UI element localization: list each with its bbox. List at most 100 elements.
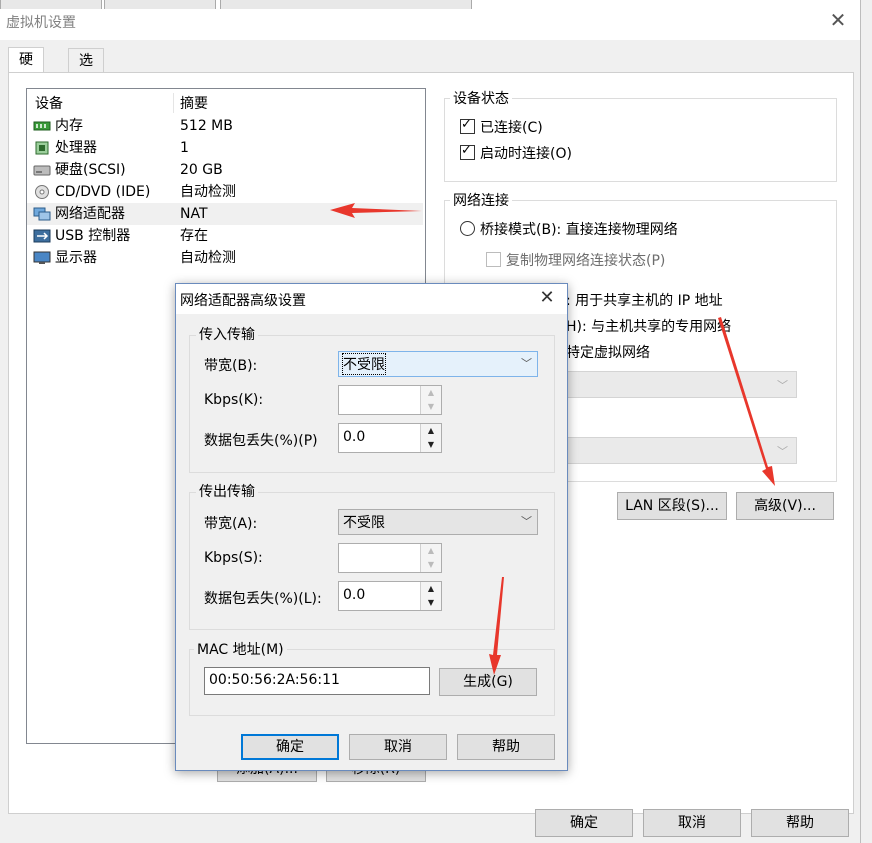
device-summary: 1 bbox=[180, 140, 189, 156]
spin-up-icon[interactable]: ▲ bbox=[421, 424, 441, 439]
device-row-usb[interactable]: USB 控制器 存在 bbox=[27, 225, 423, 247]
spin-up-icon[interactable]: ▲ bbox=[421, 582, 441, 597]
background-tab[interactable] bbox=[220, 0, 472, 9]
incoming-bandwidth-select[interactable]: 不受限 ﹀ bbox=[338, 351, 538, 377]
custom-label-partial: 特定虚拟网络 bbox=[566, 345, 650, 361]
lan-segment-label: LAN 区段(S)... bbox=[625, 498, 719, 514]
dialog-cancel-button[interactable]: 取消 bbox=[349, 734, 447, 760]
spin-up-icon[interactable]: ▲ bbox=[421, 386, 441, 401]
incoming-bandwidth-label: 带宽(B): bbox=[204, 358, 258, 374]
chevron-down-icon: ﹀ bbox=[521, 515, 532, 528]
usb-icon bbox=[33, 229, 51, 243]
spin-down-icon[interactable]: ▼ bbox=[421, 558, 441, 572]
device-summary: 20 GB bbox=[180, 162, 223, 178]
outgoing-loss-spinner[interactable]: 0.0 ▲ ▼ bbox=[338, 581, 442, 611]
connected-label: 已连接(C) bbox=[480, 120, 543, 136]
background-tab-strip bbox=[0, 0, 480, 9]
incoming-loss-value: 0.0 bbox=[343, 429, 366, 445]
device-name: 内存 bbox=[55, 118, 83, 134]
cancel-button[interactable]: 取消 bbox=[643, 809, 741, 837]
network-connection-title: 网络连接 bbox=[450, 190, 512, 210]
device-row-display[interactable]: 显示器 自动检测 bbox=[27, 247, 423, 269]
generate-mac-button[interactable]: 生成(G) bbox=[439, 668, 537, 696]
outgoing-kbps-label: Kbps(S): bbox=[204, 550, 263, 566]
outgoing-bandwidth-value: 不受限 bbox=[343, 515, 385, 531]
cd-dvd-icon bbox=[35, 185, 49, 199]
column-separator bbox=[173, 93, 174, 113]
device-name: 硬盘(SCSI) bbox=[55, 162, 126, 178]
ok-label: 确定 bbox=[570, 815, 598, 831]
mac-address-field[interactable]: 00:50:56:2A:56:11 bbox=[204, 667, 430, 695]
bridged-radio[interactable] bbox=[460, 221, 475, 236]
column-header-summary[interactable]: 摘要 bbox=[180, 93, 208, 113]
tab-hardware[interactable]: 硬件 bbox=[8, 47, 44, 92]
device-row-memory[interactable]: 内存 512 MB bbox=[27, 115, 423, 137]
device-name: CD/DVD (IDE) bbox=[55, 184, 151, 200]
device-row-network-adapter[interactable]: 网络适配器 NAT bbox=[27, 203, 423, 225]
cancel-label: 取消 bbox=[678, 815, 706, 831]
dialog-close-icon[interactable]: ✕ bbox=[535, 286, 559, 310]
monitor-icon bbox=[33, 251, 51, 264]
replicate-state-label: 复制物理网络连接状态(P) bbox=[506, 253, 666, 269]
spin-up-icon[interactable]: ▲ bbox=[421, 544, 441, 559]
window-title: 虚拟机设置 bbox=[6, 15, 76, 31]
connected-checkbox[interactable] bbox=[460, 117, 475, 134]
device-row-processor[interactable]: 处理器 1 bbox=[27, 137, 423, 159]
advanced-label: 高级(V)... bbox=[754, 498, 816, 514]
spinner-buttons: ▲ ▼ bbox=[420, 386, 441, 414]
network-adapter-icon bbox=[33, 207, 51, 221]
background-tab[interactable] bbox=[104, 0, 216, 9]
tab-options[interactable]: 选项 bbox=[68, 48, 104, 93]
device-row-cd-dvd[interactable]: CD/DVD (IDE) 自动检测 bbox=[27, 181, 423, 203]
nat-label-partial: : 用于共享主机的 IP 地址 bbox=[566, 293, 723, 309]
device-status-group bbox=[444, 98, 837, 182]
hostonly-label-partial: H): 与主机共享的专用网络 bbox=[566, 319, 732, 335]
column-header-device[interactable]: 设备 bbox=[35, 93, 63, 113]
dialog-help-button[interactable]: 帮助 bbox=[457, 734, 555, 760]
connect-at-power-on-label: 启动时连接(O) bbox=[480, 146, 572, 162]
replicate-state-checkbox[interactable] bbox=[486, 252, 501, 267]
outgoing-kbps-spinner[interactable]: ▲ ▼ bbox=[338, 543, 442, 573]
connect-at-power-on-checkbox[interactable] bbox=[460, 143, 475, 160]
ok-button[interactable]: 确定 bbox=[535, 809, 633, 837]
spin-down-icon[interactable]: ▼ bbox=[421, 400, 441, 414]
spin-down-icon[interactable]: ▼ bbox=[421, 596, 441, 610]
chevron-down-icon: ﹀ bbox=[521, 357, 532, 370]
dialog-ok-label: 确定 bbox=[276, 739, 304, 755]
device-name: 处理器 bbox=[55, 140, 97, 156]
incoming-loss-spinner[interactable]: 0.0 ▲ ▼ bbox=[338, 423, 442, 453]
incoming-kbps-label: Kbps(K): bbox=[204, 392, 264, 408]
outgoing-loss-label: 数据包丢失(%)(L): bbox=[204, 591, 322, 607]
hard-disk-icon bbox=[33, 165, 51, 176]
mac-address-value: 00:50:56:2A:56:11 bbox=[209, 672, 340, 688]
advanced-button[interactable]: 高级(V)... bbox=[736, 492, 834, 520]
device-status-title: 设备状态 bbox=[450, 88, 512, 108]
device-summary: 自动检测 bbox=[180, 184, 236, 200]
chevron-down-icon: ﹀ bbox=[777, 445, 788, 458]
incoming-kbps-spinner[interactable]: ▲ ▼ bbox=[338, 385, 442, 415]
outgoing-bandwidth-select[interactable]: 不受限 ﹀ bbox=[338, 509, 538, 535]
device-name: 网络适配器 bbox=[55, 206, 125, 222]
dialog-cancel-label: 取消 bbox=[384, 739, 412, 755]
help-label: 帮助 bbox=[786, 815, 814, 831]
close-icon[interactable]: ✕ bbox=[826, 8, 850, 32]
lan-segment-button[interactable]: LAN 区段(S)... bbox=[617, 492, 727, 520]
dialog-ok-button[interactable]: 确定 bbox=[241, 734, 339, 760]
device-summary: 存在 bbox=[180, 228, 208, 244]
custom-network-dropdown[interactable]: ﹀ bbox=[566, 371, 797, 398]
device-list-header: 设备 摘要 bbox=[27, 93, 423, 113]
dialog-help-label: 帮助 bbox=[492, 739, 520, 755]
spin-down-icon[interactable]: ▼ bbox=[421, 438, 441, 452]
help-button[interactable]: 帮助 bbox=[751, 809, 849, 837]
mac-address-title: MAC 地址(M) bbox=[194, 639, 287, 659]
lan-segment-dropdown[interactable]: ﹀ bbox=[566, 437, 797, 464]
incoming-bandwidth-value: 不受限 bbox=[342, 353, 386, 375]
spinner-buttons: ▲ ▼ bbox=[420, 424, 441, 452]
network-adapter-advanced-dialog: 网络适配器高级设置 ✕ 传入传输 带宽(B): 不受限 ﹀ Kbps(K): ▲… bbox=[175, 283, 568, 771]
title-bar: 虚拟机设置 ✕ bbox=[0, 0, 860, 40]
spinner-buttons: ▲ ▼ bbox=[420, 544, 441, 572]
device-row-hard-disk[interactable]: 硬盘(SCSI) 20 GB bbox=[27, 159, 423, 181]
outgoing-bandwidth-label: 带宽(A): bbox=[204, 516, 258, 532]
background-tab[interactable] bbox=[0, 0, 102, 9]
device-summary: 512 MB bbox=[180, 118, 233, 134]
